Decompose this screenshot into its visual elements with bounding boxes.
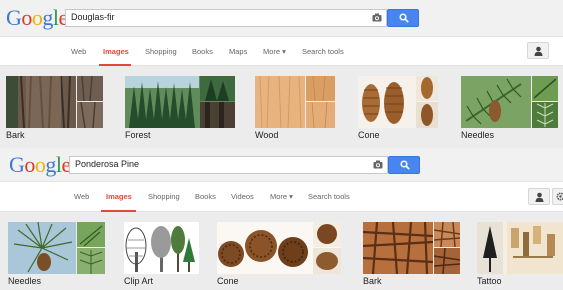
search-button[interactable] <box>388 156 420 174</box>
bark-thumbnail <box>6 76 103 128</box>
tile-label: Needles <box>8 276 42 286</box>
related-tile-bark[interactable]: Bark <box>363 212 460 290</box>
tab-images[interactable]: Images <box>106 192 132 201</box>
tab-books[interactable]: Books <box>192 47 213 56</box>
google-logo[interactable]: Google <box>6 5 68 31</box>
related-tile-tattoo[interactable]: Tattoo <box>477 212 563 290</box>
logo-letter: o <box>34 152 46 177</box>
tab-more[interactable]: More ▾ <box>263 47 286 56</box>
tile-label: Clip Art <box>124 276 154 286</box>
related-tile-forest[interactable]: Forest <box>125 66 235 150</box>
needles-thumbnail <box>8 222 105 274</box>
top-bar: Google Ponderosa Pine <box>0 148 563 182</box>
camera-icon[interactable] <box>373 160 383 169</box>
tile-label: Cone <box>358 130 380 140</box>
logo-letter: g <box>45 152 56 177</box>
search-icon <box>400 160 410 170</box>
search-button[interactable] <box>387 9 419 27</box>
google-logo[interactable]: Google <box>9 152 71 178</box>
search-tools-button[interactable]: Search tools <box>308 192 350 201</box>
logo-letter: G <box>9 152 25 177</box>
camera-icon[interactable] <box>372 13 382 22</box>
tab-books[interactable]: Books <box>195 192 216 201</box>
related-searches-strip: Needles Clip Art Cone Bark Tattoo <box>0 212 563 290</box>
logo-letter: G <box>6 5 22 30</box>
search-icon <box>399 13 409 23</box>
user-icon <box>535 192 544 202</box>
search-input[interactable]: Ponderosa Pine <box>69 156 388 174</box>
tab-shopping[interactable]: Shopping <box>148 192 180 201</box>
wood-thumbnail <box>255 76 335 128</box>
needles-thumbnail <box>461 76 558 128</box>
search-input[interactable]: Douglas-fir <box>65 9 387 27</box>
related-searches-strip: Bark Forest Wood Cone Needles <box>0 66 563 150</box>
top-bar: Google Douglas-fir <box>0 0 563 37</box>
account-button[interactable] <box>528 188 550 205</box>
logo-letter: g <box>42 5 53 30</box>
settings-button[interactable] <box>552 188 563 205</box>
related-tile-clip-art[interactable]: Clip Art <box>124 212 199 290</box>
gear-icon <box>556 192 563 201</box>
related-tile-cone[interactable]: Cone <box>217 212 341 290</box>
related-tile-needles[interactable]: Needles <box>461 66 558 150</box>
search-panel-douglas-fir: Google Douglas-fir Web Images Shopping B… <box>0 0 563 150</box>
search-panel-ponderosa-pine: Google Ponderosa Pine Web Images Shoppin… <box>0 148 563 290</box>
search-query: Ponderosa Pine <box>75 159 140 169</box>
bark-thumbnail <box>363 222 460 274</box>
tab-more[interactable]: More ▾ <box>270 192 293 201</box>
tab-videos[interactable]: Videos <box>231 192 254 201</box>
clip-art-thumbnail <box>124 222 199 274</box>
tab-web[interactable]: Web <box>71 47 86 56</box>
logo-letter: o <box>24 152 35 177</box>
forest-thumbnail <box>125 76 235 128</box>
tab-maps[interactable]: Maps <box>229 47 247 56</box>
related-tile-wood[interactable]: Wood <box>255 66 335 150</box>
tattoo-thumbnail <box>477 222 563 274</box>
tab-shopping[interactable]: Shopping <box>145 47 177 56</box>
logo-letter: o <box>31 5 43 30</box>
tile-label: Cone <box>217 276 239 286</box>
cone-thumbnail <box>358 76 438 128</box>
tab-web[interactable]: Web <box>74 192 89 201</box>
tile-label: Needles <box>461 130 495 140</box>
search-tools-button[interactable]: Search tools <box>302 47 344 56</box>
cone-thumbnail <box>217 222 341 274</box>
search-query: Douglas-fir <box>71 12 115 22</box>
tab-images[interactable]: Images <box>103 47 129 56</box>
user-icon <box>534 46 543 56</box>
tile-label: Bark <box>6 130 25 140</box>
tile-label: Bark <box>363 276 382 286</box>
related-tile-bark[interactable]: Bark <box>6 66 103 150</box>
related-tile-cone[interactable]: Cone <box>358 66 438 150</box>
account-button[interactable] <box>527 42 549 59</box>
tile-label: Tattoo <box>477 276 502 286</box>
logo-letter: o <box>21 5 32 30</box>
related-tile-needles[interactable]: Needles <box>8 212 105 290</box>
tile-label: Wood <box>255 130 279 140</box>
nav-bar: Web Images Shopping Books Videos More ▾ … <box>0 182 563 212</box>
nav-bar: Web Images Shopping Books Maps More ▾ Se… <box>0 37 563 66</box>
tile-label: Forest <box>125 130 151 140</box>
